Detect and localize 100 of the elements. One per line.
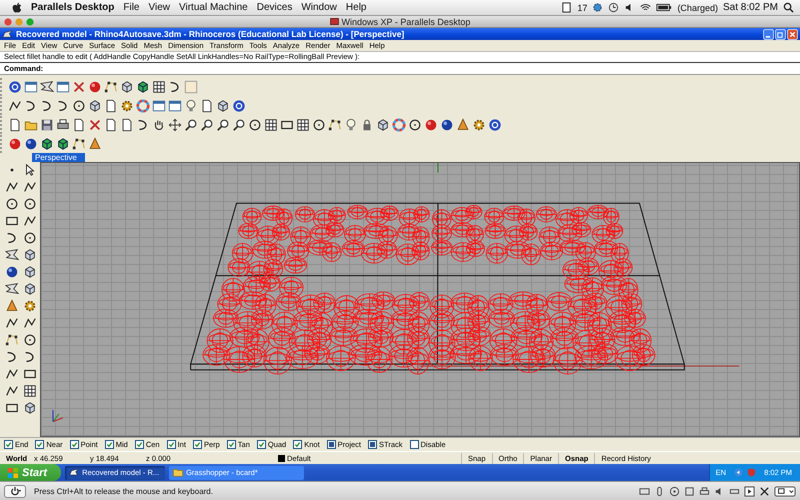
document-icon[interactable] [104, 118, 118, 132]
checkbox[interactable] [410, 440, 418, 449]
menu-bar-clock[interactable]: Sat 8:02 PM [722, 2, 778, 13]
disc-icon[interactable] [669, 486, 680, 496]
search-icon[interactable] [783, 2, 794, 13]
checkbox[interactable] [192, 440, 202, 449]
close-icon[interactable] [787, 28, 798, 40]
polyline-icon[interactable] [5, 316, 19, 330]
zoom-icon[interactable] [200, 118, 214, 132]
polyline-icon[interactable] [5, 366, 19, 380]
cone-icon[interactable] [456, 118, 470, 132]
document-icon[interactable] [72, 118, 86, 132]
checkbox[interactable] [256, 440, 266, 449]
cone-icon[interactable] [88, 137, 102, 151]
sphere-icon[interactable] [440, 118, 454, 132]
printer-icon[interactable] [56, 118, 70, 132]
menu-item[interactable]: File [123, 2, 140, 13]
sphere-icon[interactable] [8, 137, 22, 151]
cube-icon[interactable] [120, 80, 134, 94]
surface-icon[interactable] [5, 248, 19, 262]
cross-icon[interactable] [72, 80, 86, 94]
zoom-icon[interactable] [232, 118, 246, 132]
cube-icon[interactable] [23, 400, 37, 414]
printer-icon[interactable] [699, 486, 710, 496]
cone-icon[interactable] [5, 298, 19, 312]
color-wheel-icon[interactable] [392, 118, 406, 132]
circle-icon[interactable] [72, 99, 86, 113]
battery-icon[interactable] [656, 2, 672, 13]
control-points-icon[interactable] [328, 118, 342, 132]
grid-icon[interactable] [264, 118, 278, 132]
light-bulb-icon[interactable] [184, 99, 198, 113]
checkbox[interactable] [226, 440, 236, 449]
polyline-icon[interactable] [5, 180, 19, 194]
checkbox[interactable] [70, 440, 79, 449]
window-icon[interactable] [168, 99, 182, 113]
cube-icon[interactable] [56, 137, 70, 151]
power-button[interactable] [4, 484, 26, 498]
checkbox[interactable] [35, 440, 44, 449]
gear-icon[interactable] [472, 118, 486, 132]
menu-item[interactable]: Devices [256, 2, 292, 13]
clock-icon[interactable] [608, 2, 620, 13]
grid-icon[interactable] [296, 118, 310, 132]
menu-item[interactable]: Help [346, 2, 366, 13]
circle-icon[interactable] [248, 118, 262, 132]
polyline-icon[interactable] [23, 316, 37, 330]
polyline-icon[interactable] [8, 99, 22, 113]
menu-item[interactable]: Virtual Machine [179, 2, 248, 13]
document-icon[interactable] [8, 118, 22, 132]
cursor-arrow-icon[interactable] [23, 162, 37, 176]
sphere-icon[interactable] [88, 80, 102, 94]
hand-icon[interactable] [152, 118, 166, 132]
menu-item[interactable]: View [148, 2, 170, 13]
rectangle-icon[interactable] [280, 118, 294, 132]
checkbox[interactable] [368, 440, 378, 449]
sphere-icon[interactable] [424, 118, 438, 132]
play-icon[interactable] [744, 486, 755, 496]
checkbox[interactable] [326, 440, 336, 449]
zoom-icon[interactable] [216, 118, 230, 132]
light-bulb-icon[interactable] [344, 118, 358, 132]
window-mode-icon[interactable] [774, 486, 796, 496]
cube-icon[interactable] [376, 118, 390, 132]
cube-icon[interactable] [88, 99, 102, 113]
window-icon[interactable] [152, 99, 166, 113]
menu-item[interactable]: Window [301, 2, 337, 13]
document-icon[interactable] [200, 99, 214, 113]
checkbox[interactable] [4, 440, 13, 449]
surface-icon[interactable] [5, 282, 19, 296]
cube-icon[interactable] [23, 248, 37, 262]
circle-icon[interactable] [5, 196, 19, 210]
wifi-icon[interactable] [640, 2, 652, 13]
cube-icon[interactable] [23, 264, 37, 278]
control-points-icon[interactable] [72, 137, 86, 151]
grid-icon[interactable] [23, 384, 37, 398]
viewport-tab[interactable]: Perspective [32, 153, 85, 162]
app-menu[interactable]: Parallels Desktop [31, 2, 114, 13]
document-icon[interactable] [561, 2, 572, 13]
polyline-icon[interactable] [23, 214, 37, 228]
apple-logo-icon[interactable] [12, 2, 22, 14]
checkbox[interactable] [166, 440, 176, 449]
circle-icon[interactable] [23, 230, 37, 244]
checkbox[interactable] [293, 440, 302, 449]
polyline-icon[interactable] [23, 180, 37, 194]
sphere-icon[interactable] [24, 137, 38, 151]
gear-icon[interactable] [23, 298, 37, 312]
mouse-icon[interactable] [654, 486, 665, 496]
checkbox[interactable] [104, 440, 114, 449]
cube-icon[interactable] [40, 137, 54, 151]
surface-icon[interactable] [40, 80, 54, 94]
circle-icon[interactable] [408, 118, 422, 132]
control-points-icon[interactable] [5, 332, 19, 346]
grid-icon[interactable] [152, 80, 166, 94]
color-wheel-icon[interactable] [136, 99, 150, 113]
document-icon[interactable] [120, 118, 134, 132]
cube-icon[interactable] [23, 282, 37, 296]
circle-icon[interactable] [23, 196, 37, 210]
window-icon[interactable] [24, 80, 38, 94]
sphere-icon[interactable] [5, 264, 19, 278]
checkbox[interactable] [134, 440, 144, 449]
zoom-icon[interactable] [184, 118, 198, 132]
control-points-icon[interactable] [104, 80, 118, 94]
